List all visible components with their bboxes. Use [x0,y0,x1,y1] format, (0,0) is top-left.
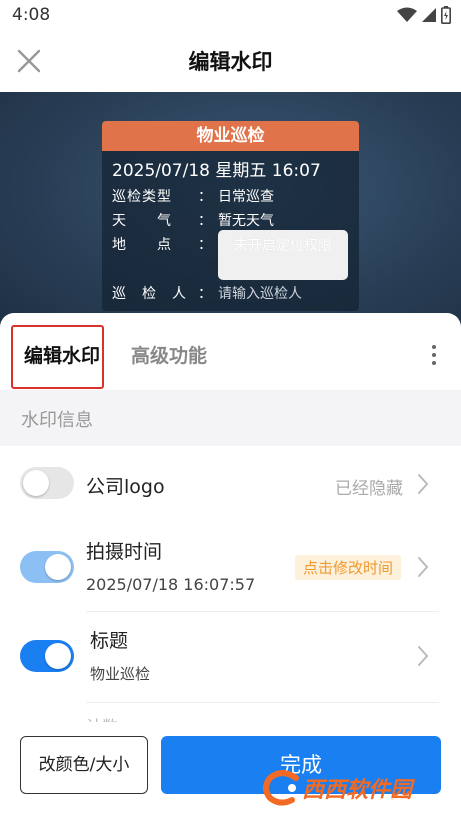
list-item-subtitle: 2025/07/18 16:07:57 [86,575,256,594]
status-bar: 4:08 [0,0,461,30]
site-logo-icon [263,770,299,806]
watermark-row-weather: 天 气 ： 暂无天气 [112,210,274,230]
wifi-icon [397,7,417,22]
watermark-row-location: 地 点 ： [112,234,218,254]
list-item-status: 已经隐藏 [335,479,403,499]
list-item-title: 公司logo [86,476,165,498]
watermark-row-inspector: 巡 检 人 ： 请输入巡检人 [112,283,302,303]
watermark-row-colon: ： [198,189,212,205]
more-vertical-icon[interactable] [429,345,439,365]
change-color-size-button[interactable]: 改颜色/大小 [20,736,148,794]
list-item-subtitle: 物业巡检 [90,665,151,683]
location-permission-notice[interactable]: 未开启定位权限 [218,230,348,280]
section-header: 水印信息 [0,390,461,446]
tab-advanced-features[interactable]: 高级功能 [131,341,207,368]
chevron-right-icon [418,474,429,494]
watermark-row-label: 巡 检 人 [112,286,187,302]
watermark-datetime: 2025/07/18 星期五 16:07 [112,161,321,181]
battery-icon [441,6,451,24]
watermark-row-type: 巡检类型 ： 日常巡查 [112,186,274,206]
watermark-row-label: 地 点 [112,237,172,253]
company-logo-toggle[interactable] [20,467,74,499]
watermark-row-colon: ： [198,237,212,253]
list-item-title-field[interactable]: 标题 物业巡检 [0,612,461,702]
watermark-row-label: 巡检类型 [112,189,172,205]
divider [86,702,439,703]
capture-time-toggle[interactable] [20,551,74,583]
modify-time-badge[interactable]: 点击修改时间 [294,555,401,580]
list-item-capture-time[interactable]: 拍摄时间 2025/07/18 16:07:57 点击修改时间 [0,525,461,610]
watermark-header: 物业巡检 [102,121,359,151]
watermark-row-value: 日常巡查 [218,189,274,205]
status-time: 4:08 [12,5,51,25]
watermark-row-colon: ： [198,286,212,302]
list-item-title: 标题 [90,630,129,652]
site-logo-url: CR173.COM [372,797,427,808]
list-item-title: 拍摄时间 [86,541,163,563]
tab-bar: 编辑水印 高级功能 [0,313,461,391]
site-watermark-logo: 西西软件园 CR173.COM [262,770,442,808]
tab-highlight-frame [11,325,104,389]
watermark-card[interactable]: 物业巡检 2025/07/18 星期五 16:07 巡检类型 ： 日常巡查 天 气 ：… [102,121,359,311]
watermark-row-value: 请输入巡检人 [218,286,302,302]
watermark-row-colon: ： [198,213,212,229]
location-permission-text: 未开启定位权限 [234,238,332,254]
watermark-row-label: 天 气 [112,213,172,229]
app-bar: 编辑水印 [0,30,461,92]
watermark-row-value: 暂无天气 [218,213,274,229]
signal-icon [422,8,436,22]
chevron-right-icon [418,557,429,577]
chevron-right-icon [418,646,429,666]
list-item-company-logo[interactable]: 公司logo 已经隐藏 [0,450,461,520]
title-toggle[interactable] [20,640,74,672]
page-title: 编辑水印 [188,50,273,74]
status-icons [397,6,451,24]
section-title: 水印信息 [21,410,93,431]
